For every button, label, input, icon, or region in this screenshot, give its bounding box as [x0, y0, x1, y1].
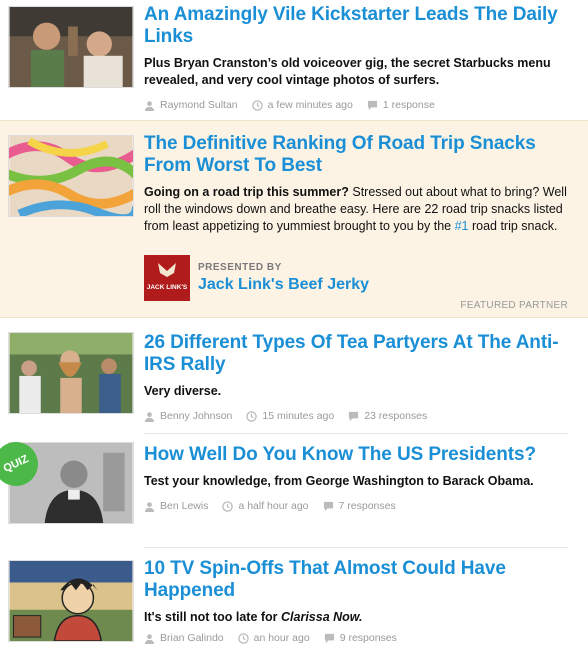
- sponsor-name[interactable]: Jack Link's Beef Jerky: [198, 276, 369, 294]
- user-icon: [144, 633, 155, 644]
- user-icon: [144, 411, 155, 422]
- response-count[interactable]: 1 response: [383, 99, 435, 111]
- article-description: It's still not too late for Clarissa Now…: [144, 610, 363, 624]
- article-description: Very diverse.: [144, 384, 222, 398]
- article-description: Plus Bryan Cranston’s old voiceover gig,…: [144, 56, 551, 87]
- article-item: 10 TV Spin-Offs That Almost Could Have H…: [0, 550, 588, 660]
- featured-partner-label: FEATURED PARTNER: [460, 300, 568, 311]
- author-name[interactable]: Brian Galindo: [160, 632, 224, 644]
- article-thumbnail[interactable]: [8, 332, 134, 414]
- article-title[interactable]: How Well Do You Know The US Presidents?: [144, 444, 574, 466]
- post-time: an hour ago: [253, 632, 310, 644]
- article-title[interactable]: 26 Different Types Of Tea Partyers At Th…: [144, 332, 574, 376]
- sponsor-block: JACK LINK'S PRESENTED BY Jack Link's Bee…: [144, 255, 369, 301]
- sponsor-logo-text: JACK LINK'S: [147, 284, 188, 291]
- article-thumbnail[interactable]: [8, 560, 134, 642]
- clock-icon: [237, 632, 249, 644]
- article-title[interactable]: An Amazingly Vile Kickstarter Leads The …: [144, 4, 574, 48]
- clock-icon: [246, 410, 258, 422]
- article-description: Going on a road trip this summer? Stress…: [144, 185, 567, 233]
- sponsor-logo[interactable]: JACK LINK'S: [144, 255, 190, 301]
- article-thumbnail[interactable]: [8, 135, 134, 217]
- article-meta: Brian Galindo an hour ago 9 responses: [144, 632, 574, 644]
- post-time: a few minutes ago: [267, 99, 353, 111]
- post-time: a half hour ago: [238, 500, 309, 512]
- article-item: An Amazingly Vile Kickstarter Leads The …: [0, 0, 588, 118]
- article-description: Test your knowledge, from George Washing…: [144, 474, 534, 488]
- cartoon-image: [9, 561, 133, 641]
- article-meta: Benny Johnson 15 minutes ago 23 response…: [144, 410, 574, 422]
- comment-icon: [323, 501, 333, 511]
- jerky-logo-icon: JACK LINK'S: [144, 255, 190, 301]
- author-name[interactable]: Benny Johnson: [160, 410, 232, 422]
- article-title[interactable]: 10 TV Spin-Offs That Almost Could Have H…: [144, 558, 574, 602]
- clock-icon: [222, 500, 234, 512]
- presented-by-label: PRESENTED BY: [198, 262, 282, 273]
- response-count[interactable]: 9 responses: [340, 632, 397, 644]
- post-time: 15 minutes ago: [262, 410, 335, 422]
- clock-icon: [251, 99, 263, 111]
- user-icon: [144, 100, 155, 111]
- article-meta: Raymond Sultan a few minutes ago 1 respo…: [144, 99, 574, 111]
- photo-party-image: [9, 7, 133, 87]
- featured-article: The Definitive Ranking Of Road Trip Snac…: [0, 120, 588, 318]
- article-title[interactable]: The Definitive Ranking Of Road Trip Snac…: [144, 133, 574, 177]
- divider: [144, 547, 568, 548]
- article-item: 26 Different Types Of Tea Partyers At Th…: [0, 320, 588, 432]
- gummy-worms-image: [9, 136, 133, 216]
- article-thumbnail[interactable]: [8, 6, 134, 88]
- divider: [144, 433, 568, 434]
- user-icon: [144, 501, 155, 512]
- response-count[interactable]: 7 responses: [339, 500, 396, 512]
- comment-icon: [349, 411, 359, 421]
- article-meta: Ben Lewis a half hour ago 7 responses: [144, 500, 574, 512]
- rank-link[interactable]: #1: [455, 219, 469, 233]
- comment-icon: [324, 633, 334, 643]
- rally-crowd-image: [9, 333, 133, 413]
- article-item: QUIZ How Well Do You Know The US Preside…: [0, 434, 588, 546]
- response-count[interactable]: 23 responses: [364, 410, 427, 422]
- author-name[interactable]: Ben Lewis: [160, 500, 208, 512]
- author-name[interactable]: Raymond Sultan: [160, 99, 238, 111]
- comment-icon: [367, 100, 377, 110]
